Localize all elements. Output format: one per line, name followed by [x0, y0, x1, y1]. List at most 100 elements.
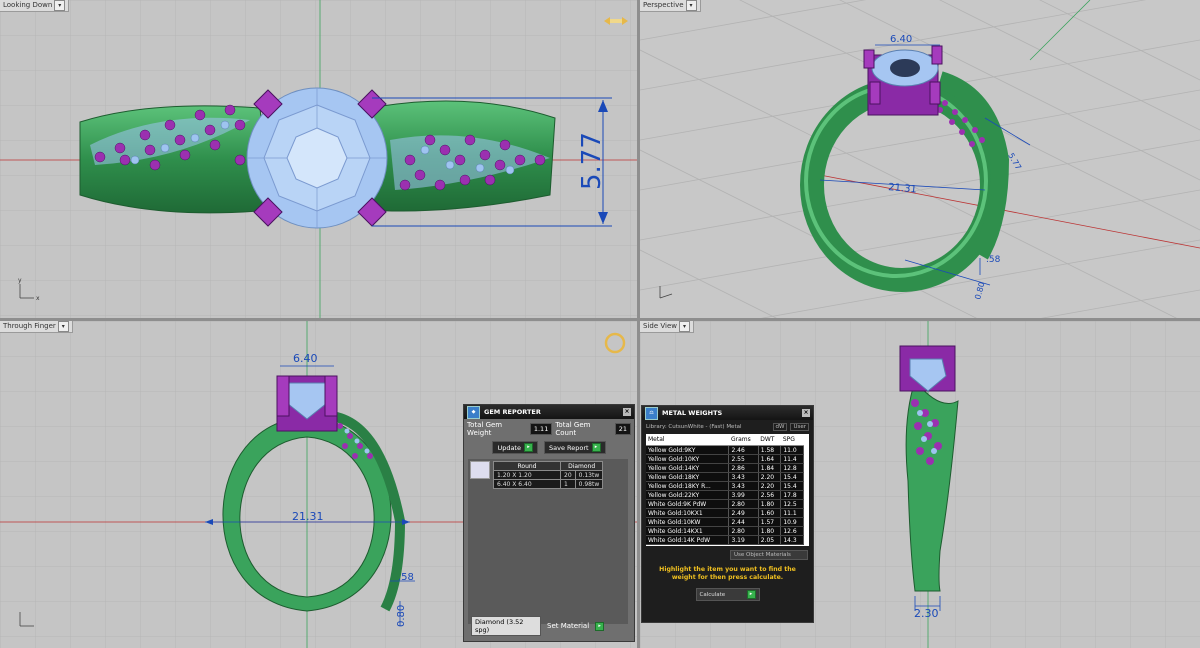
go-icon: ▸: [523, 443, 533, 452]
total-count-value: 21: [614, 423, 631, 435]
metal-spg: 12.6: [780, 526, 804, 536]
close-icon[interactable]: ×: [623, 408, 631, 416]
metal-grams: 2.55: [728, 454, 759, 464]
table-row[interactable]: 6.40 X 6.40 1 0.98tw: [493, 479, 604, 489]
viewport-title-front[interactable]: Through Finger ▾: [0, 321, 73, 333]
chevron-down-icon[interactable]: ▾: [678, 321, 690, 332]
material-select[interactable]: Diamond (3.52 spg): [471, 616, 541, 636]
set-material-button[interactable]: ▸: [595, 621, 605, 631]
gem-reporter-panel: ◆ GEM REPORTER × Total Gem Weight 1.11 T…: [463, 404, 635, 642]
viewport-top[interactable]: 5.77 x y Looking Down ▾: [0, 0, 637, 318]
metal-name: Yellow Gold:18KY: [646, 472, 730, 482]
svg-text:x: x: [36, 295, 40, 302]
go-icon: ▸: [591, 443, 601, 452]
table-row[interactable]: Yellow Gold:10KY 2.55 1.64 11.4: [646, 454, 804, 464]
metal-spg: 14.3: [780, 535, 804, 545]
metal-spg: 10.9: [780, 517, 804, 527]
header-dwt: DWT: [758, 434, 781, 446]
calculate-label: Calculate: [699, 591, 726, 598]
gem-list-area: Round Diamond 1.20 X 1.20 20 0.13tw 6.40 X …: [468, 459, 628, 624]
metal-name: Yellow Gold:22KY: [646, 490, 730, 500]
gem-table: Round Diamond 1.20 X 1.20 20 0.13tw 6.40 X …: [493, 461, 604, 489]
metal-spg: 12.5: [780, 499, 804, 509]
metal-dwt: 1.58: [758, 445, 782, 455]
user-toggle[interactable]: User: [790, 423, 809, 431]
use-object-materials-toggle[interactable]: Use Object Materials: [730, 550, 808, 560]
metal-grams: 2.80: [728, 499, 759, 509]
update-button[interactable]: Update ▸: [492, 441, 538, 454]
gem-weight: 0.13tw: [574, 470, 604, 480]
viewport-title-side[interactable]: Side View ▾: [640, 321, 694, 333]
metal-dwt: 2.56: [758, 490, 782, 500]
metal-table: Metal Grams DWT SPG Yellow Gold:9KY 2.46 1…: [646, 434, 804, 545]
library-label: Library: CutsunWhite - (Fast) Metal: [646, 424, 742, 430]
set-material-label: Set Material: [547, 622, 590, 630]
dw-toggle[interactable]: dW: [772, 423, 788, 431]
viewport-perspective[interactable]: 6.40 21.31 5.77 .58 0.80 Perspective ▾: [640, 0, 1200, 318]
gem-size: 1.20 X 1.20: [493, 470, 561, 480]
metal-dwt: 1.57: [758, 517, 782, 527]
table-row[interactable]: White Gold:10KX1 2.49 1.60 11.1: [646, 508, 804, 518]
viewport-title-top[interactable]: Looking Down ▾: [0, 0, 70, 12]
save-report-button[interactable]: Save Report ▸: [543, 441, 606, 454]
library-row: Library: CutsunWhite - (Fast) Metal dW U…: [642, 420, 813, 434]
metal-spg: 11.1: [780, 508, 804, 518]
chevron-down-icon[interactable]: ▾: [57, 321, 69, 332]
metal-table-wrap[interactable]: Metal Grams DWT SPG Yellow Gold:9KY 2.46 1…: [646, 434, 809, 546]
metal-weights-panel: ⚖ METAL WEIGHTS × Library: CutsunWhite -…: [641, 405, 814, 623]
metal-grams: 2.46: [728, 445, 759, 455]
material-row: Diamond (3.52 spg) Set Material ▸: [468, 614, 630, 638]
header-metal: Metal: [646, 434, 729, 446]
metal-spg: 15.4: [780, 481, 804, 491]
table-row[interactable]: Yellow Gold:9KY 2.46 1.58 11.0: [646, 445, 804, 455]
table-row[interactable]: Yellow Gold:22KY 3.99 2.56 17.8: [646, 490, 804, 500]
table-row[interactable]: 1.20 X 1.20 20 0.13tw: [493, 470, 604, 480]
actions-row: Update ▸ Save Report ▸: [464, 439, 634, 456]
close-icon[interactable]: ×: [802, 409, 810, 417]
viewport-label: Perspective: [643, 1, 684, 9]
metal-grams: 2.86: [728, 463, 759, 473]
table-row[interactable]: White Gold:10KW 2.44 1.57 10.9: [646, 517, 804, 527]
header-grams: Grams: [728, 434, 759, 446]
table-row[interactable]: Yellow Gold:18KY 3.43 2.20 15.4: [646, 472, 804, 482]
metal-name: White Gold:14K PdW: [646, 535, 730, 545]
metal-dwt: 2.05: [758, 535, 782, 545]
top-height-dimension: 5.77: [577, 132, 607, 190]
scale-icon: ⚖: [645, 406, 658, 420]
table-row[interactable]: Yellow Gold:14KY 2.86 1.84 12.8: [646, 463, 804, 473]
metal-dwt: 1.84: [758, 463, 782, 473]
total-weight-label: Total Gem Weight: [467, 421, 503, 437]
table-row[interactable]: Yellow Gold:18KY R... 3.43 2.20 15.4: [646, 481, 804, 491]
header-diamond: Diamond: [559, 461, 604, 471]
table-row[interactable]: White Gold:14KX1 2.80 1.80 12.6: [646, 526, 804, 536]
viewport-title-perspective[interactable]: Perspective ▾: [640, 0, 701, 12]
gem-count: 20: [560, 470, 576, 480]
calculate-hint: Highlight the item you want to find the …: [659, 566, 796, 581]
header-round: Round: [493, 461, 561, 471]
metal-grams: 3.99: [728, 490, 759, 500]
panel-title: METAL WEIGHTS: [662, 409, 723, 417]
front-thickness-dimension: 0.80: [396, 605, 407, 627]
panel-title: GEM REPORTER: [484, 408, 541, 416]
metal-name: White Gold:14KX1: [646, 526, 730, 536]
metal-name: White Gold:9K PdW: [646, 499, 730, 509]
metal-dwt: 2.20: [758, 472, 782, 482]
metal-grams: 2.80: [728, 526, 759, 536]
gem-reporter-titlebar[interactable]: ◆ GEM REPORTER ×: [464, 405, 634, 419]
header-spg: SPG: [780, 434, 804, 446]
metal-weights-titlebar[interactable]: ⚖ METAL WEIGHTS ×: [642, 406, 813, 420]
front-band-dimension: .58: [398, 572, 414, 583]
calculate-button[interactable]: Calculate ▸: [695, 588, 760, 601]
metal-spg: 17.8: [780, 490, 804, 500]
table-row[interactable]: White Gold:9K PdW 2.80 1.80 12.5: [646, 499, 804, 509]
metal-name: Yellow Gold:10KY: [646, 454, 730, 464]
chevron-down-icon[interactable]: ▾: [54, 0, 66, 11]
gem-thumbnail-icon: [470, 461, 490, 479]
metal-name: White Gold:10KW: [646, 517, 730, 527]
chevron-down-icon[interactable]: ▾: [685, 0, 697, 11]
table-row[interactable]: White Gold:14K PdW 3.19 2.05 14.3: [646, 535, 804, 545]
metal-grams: 2.49: [728, 508, 759, 518]
metal-dwt: 1.60: [758, 508, 782, 518]
metal-dwt: 2.20: [758, 481, 782, 491]
gem-size: 6.40 X 6.40: [493, 479, 561, 489]
